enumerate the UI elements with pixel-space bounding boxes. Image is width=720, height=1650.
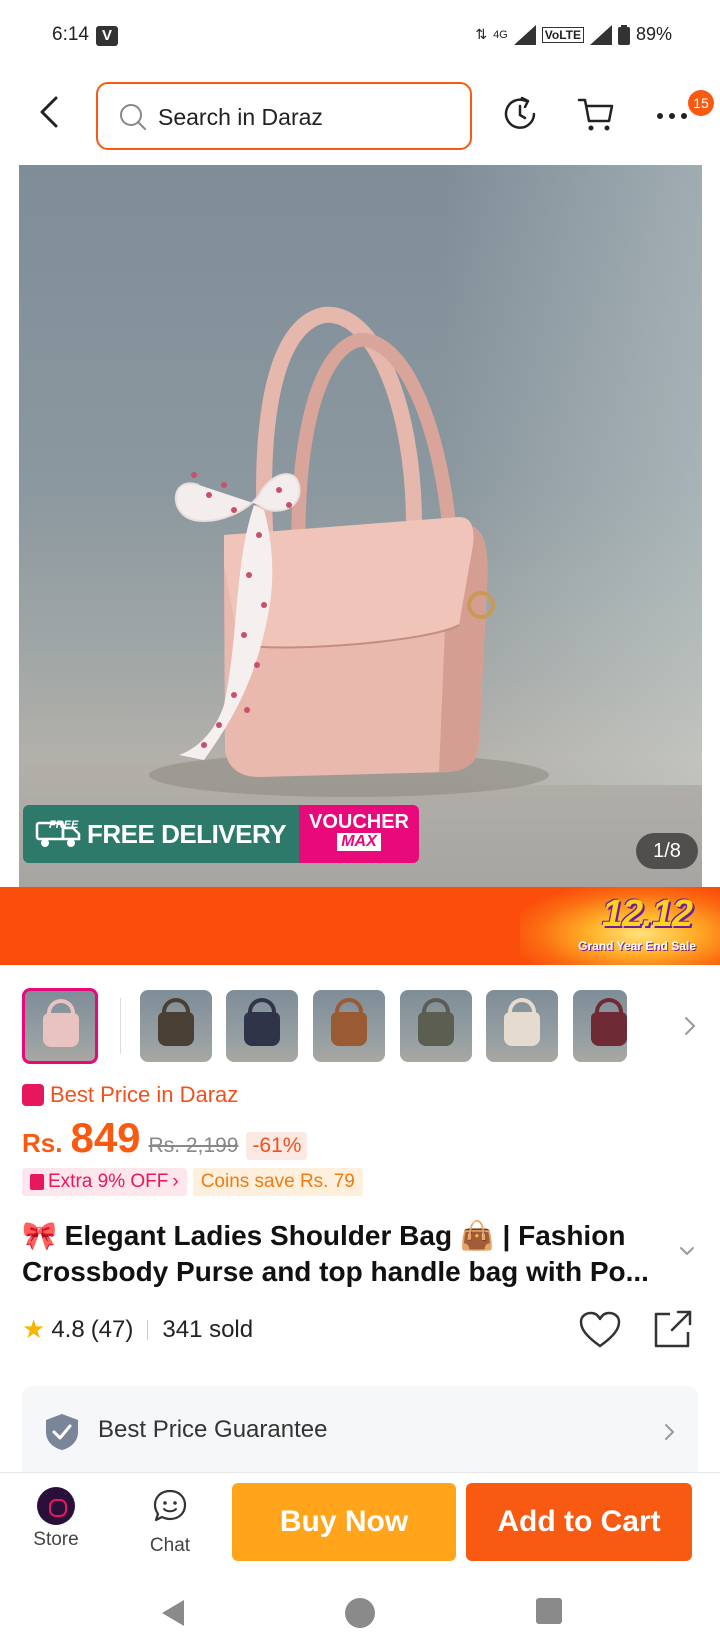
thumbnail-bag	[244, 1012, 280, 1046]
chevron-right-small-icon: ›	[172, 1171, 179, 1192]
top-header: Search in Daraz 15	[0, 80, 720, 152]
thumbnail-bag	[504, 1012, 540, 1046]
system-navigation-bar	[0, 1582, 720, 1650]
thumbnail[interactable]	[140, 990, 212, 1062]
guarantee-label: Best Price Guarantee	[98, 1416, 328, 1443]
price-row: Rs. 849 Rs. 2,199 -61%	[22, 1114, 308, 1162]
thumbnail[interactable]	[573, 990, 627, 1062]
product-title: 🎀 Elegant Ladies Shoulder Bag 👜 | Fashio…	[22, 1218, 662, 1290]
wishlist-heart-icon[interactable]	[578, 1310, 622, 1350]
coins-label: Coins save Rs. 79	[200, 1171, 355, 1192]
image-counter: 1/8	[636, 833, 698, 869]
price-currency: Rs.	[22, 1128, 63, 1158]
status-indicators: ⇅ 4G VoLTE 89%	[475, 24, 672, 45]
review-count: (47)	[90, 1315, 134, 1343]
network-type: 4G	[493, 28, 508, 41]
promo-banner[interactable]: 12.12 Grand Year End Sale	[0, 887, 720, 965]
free-chip: FREE	[49, 819, 79, 831]
chevron-right-icon[interactable]	[678, 1008, 702, 1044]
store-label: Store	[33, 1529, 79, 1550]
voucher-label: VOUCHER	[308, 811, 409, 833]
product-title-line-1: 🎀 Elegant Ladies Shoulder Bag 👜 | Fashio…	[22, 1220, 626, 1251]
promo-chips: Extra 9% OFF › Coins save Rs. 79	[22, 1168, 363, 1196]
search-icon	[120, 104, 146, 130]
volte-icon: VoLTE	[541, 26, 584, 43]
product-title-line-2: Crossbody Purse and top handle bag with …	[22, 1256, 649, 1287]
data-arrows-icon: ⇅	[475, 26, 488, 42]
sold-count: 341 sold	[162, 1315, 254, 1343]
thumbnail-strip	[22, 988, 702, 1064]
thumbnail-bag	[331, 1012, 367, 1046]
promo-title: 12.12	[601, 893, 693, 935]
back-arrow-icon[interactable]	[32, 94, 68, 130]
product-image[interactable]: FREE FREE DELIVERY VOUCHER MAX 1/8	[19, 165, 702, 887]
thumbnail[interactable]	[226, 990, 298, 1062]
voucher-max-label: MAX	[337, 833, 381, 851]
extra-off-chip[interactable]: Extra 9% OFF ›	[22, 1168, 187, 1196]
thumbnail-bag	[591, 1012, 627, 1046]
search-input[interactable]: Search in Daraz	[96, 82, 472, 150]
thumbnail[interactable]	[400, 990, 472, 1062]
search-placeholder: Search in Daraz	[158, 104, 323, 130]
promo-subtitle: Grand Year End Sale	[578, 939, 696, 953]
store-button[interactable]: Store	[16, 1487, 96, 1551]
system-recents-icon[interactable]	[536, 1598, 562, 1624]
history-icon[interactable]	[500, 94, 540, 134]
free-delivery-label: FREE DELIVERY	[87, 818, 287, 849]
battery-icon	[617, 24, 630, 45]
thumbnail-bag	[158, 1012, 194, 1046]
extra-off-label: Extra 9% OFF	[48, 1171, 169, 1192]
chat-icon	[153, 1489, 187, 1522]
voucher-max-badge: VOUCHER MAX	[299, 805, 419, 863]
thumbnail-bag	[43, 1013, 79, 1047]
status-bar: 6:14 V ⇅ 4G VoLTE 89%	[0, 0, 720, 72]
handbag-illustration	[149, 306, 549, 797]
signal-icon-2	[589, 24, 612, 45]
best-price-icon	[22, 1084, 44, 1106]
free-delivery-section: FREE FREE DELIVERY	[23, 805, 299, 863]
rating-divider	[147, 1319, 149, 1340]
chat-button[interactable]: Chat	[130, 1487, 210, 1557]
best-price-tag: Best Price in Daraz	[22, 1082, 238, 1108]
notification-badge: 15	[688, 90, 714, 116]
system-home-icon[interactable]	[345, 1598, 375, 1628]
rating-value: 4.8	[51, 1315, 85, 1343]
coins-chip: Coins save Rs. 79	[192, 1168, 363, 1196]
system-back-icon[interactable]	[158, 1598, 188, 1628]
thumbnail[interactable]	[313, 990, 385, 1062]
current-price: 849	[70, 1114, 141, 1161]
carrier-badge-icon: V	[96, 26, 118, 46]
thumbnail-selected[interactable]	[22, 988, 98, 1064]
battery-percent: 89%	[635, 24, 672, 44]
chat-label: Chat	[149, 1535, 191, 1556]
thumbnail-divider	[120, 998, 121, 1054]
free-delivery-banner: FREE FREE DELIVERY VOUCHER MAX	[23, 805, 419, 863]
status-time: 6:14	[52, 24, 89, 45]
thumbnail[interactable]	[486, 990, 558, 1062]
thumbnail-bag	[418, 1012, 454, 1046]
coupon-icon	[30, 1174, 44, 1190]
store-logo-icon	[37, 1487, 75, 1525]
share-icon[interactable]	[652, 1308, 694, 1350]
discount-badge: -61%	[246, 1132, 308, 1160]
add-to-cart-button[interactable]: Add to Cart	[466, 1483, 692, 1561]
cart-icon[interactable]	[576, 94, 616, 134]
rating-row[interactable]: ★ 4.8 (47) 341 sold	[22, 1314, 253, 1345]
more-options-icon[interactable]	[652, 94, 692, 134]
chevron-down-icon[interactable]	[676, 1240, 698, 1262]
bottom-action-bar: Store Chat Buy Now Add to Cart	[0, 1472, 720, 1582]
signal-icon	[513, 24, 536, 45]
buy-now-button[interactable]: Buy Now	[232, 1483, 456, 1561]
best-price-label: Best Price in Daraz	[50, 1082, 239, 1107]
shield-check-icon	[46, 1414, 78, 1450]
star-icon: ★	[22, 1314, 46, 1344]
original-price: Rs. 2,199	[148, 1134, 239, 1157]
chevron-right-icon	[665, 1424, 675, 1440]
best-price-guarantee-row[interactable]: Best Price Guarantee	[22, 1386, 698, 1478]
